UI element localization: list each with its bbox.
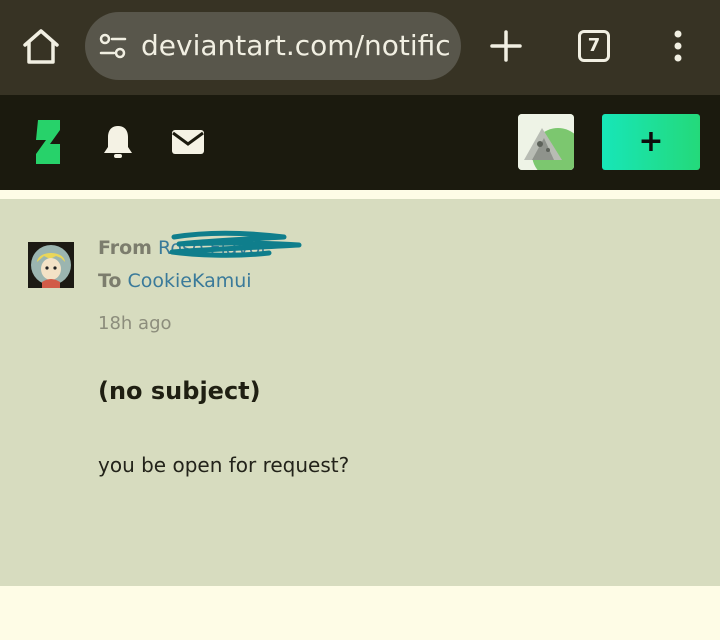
sender-link-wrapper: Rose Flavor [158, 230, 302, 261]
deviantart-logo-icon [36, 120, 60, 164]
recipient-username-link[interactable]: CookieKamui [128, 270, 252, 292]
notifications-button[interactable] [100, 123, 136, 161]
address-bar[interactable]: deviantart.com/notific [85, 12, 461, 80]
to-label: To [98, 270, 122, 292]
new-tab-button[interactable] [488, 28, 524, 64]
tune-icon [99, 33, 127, 59]
browser-toolbar: deviantart.com/notific 7 [0, 0, 720, 95]
messages-button[interactable] [170, 127, 206, 157]
sender-avatar[interactable] [28, 242, 74, 288]
message-panel: From Rose Flavor To CookieKamui 18h ago (n… [0, 199, 720, 586]
site-settings-button[interactable] [99, 33, 127, 59]
avatar-image [518, 114, 574, 170]
header-divider [0, 190, 720, 199]
home-button[interactable] [20, 26, 62, 66]
from-label: From [98, 237, 152, 259]
tab-switcher-button[interactable]: 7 [578, 30, 610, 62]
user-avatar-button[interactable] [518, 114, 574, 170]
sender-avatar-image [28, 242, 74, 288]
more-vert-icon [674, 30, 682, 62]
url-text[interactable]: deviantart.com/notific [141, 28, 453, 64]
bell-icon [104, 126, 132, 158]
from-row: From Rose Flavor [98, 230, 302, 261]
deviantart-logo[interactable] [30, 118, 66, 166]
redaction-scribble [169, 230, 302, 258]
browser-menu-button[interactable] [668, 28, 688, 64]
submit-deviation-button[interactable]: + [602, 114, 700, 170]
message-timestamp: 18h ago [98, 313, 172, 334]
home-icon [23, 29, 59, 64]
plus-icon [490, 30, 522, 62]
site-header: + [0, 95, 720, 190]
message-subject: (no subject) [98, 377, 261, 405]
message-body: you be open for request? [98, 453, 350, 477]
mail-icon [172, 130, 204, 154]
to-row: To CookieKamui [98, 268, 252, 294]
